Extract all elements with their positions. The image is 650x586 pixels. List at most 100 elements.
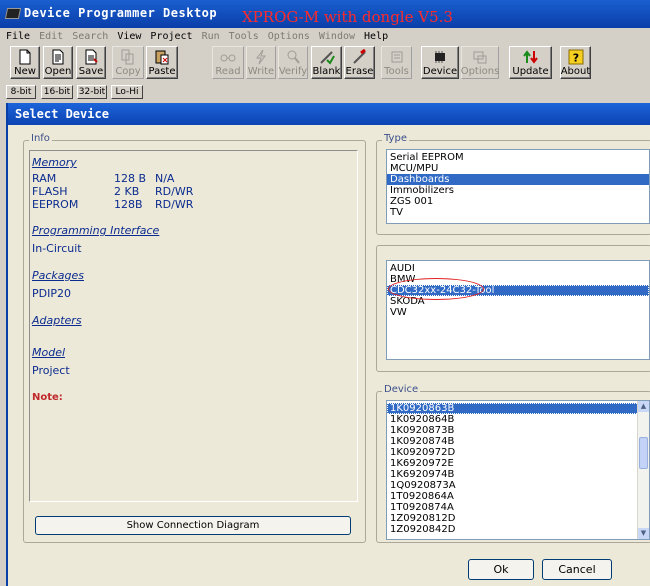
info-panel: Memory RAM 128 B N/A FLASH 2 KB RD/WR EE…	[29, 150, 358, 502]
options-label: Options	[460, 66, 500, 77]
device-list-scrollbar[interactable]: ▲ ▼	[637, 401, 649, 539]
copy-button[interactable]: Copy	[112, 46, 144, 79]
show-connection-diagram-button[interactable]: Show Connection Diagram	[35, 516, 351, 535]
update-button[interactable]: Update	[509, 46, 552, 79]
menu-window[interactable]: Window	[319, 31, 355, 42]
device-list-item[interactable]: 1K6920974B	[387, 469, 649, 480]
type-list-item[interactable]: Serial EEPROM	[387, 152, 649, 163]
dialog-title: Select Device	[8, 103, 650, 125]
brand-list-item[interactable]: AUDI	[387, 263, 649, 274]
type-list-item[interactable]: ZGS 001	[387, 196, 649, 207]
device-list-item[interactable]: 1K0920874B	[387, 436, 649, 447]
options-button[interactable]: Options	[461, 46, 499, 79]
device-list-item[interactable]: 1T0920874A	[387, 502, 649, 513]
type-list-item[interactable]: MCU/MPU	[387, 163, 649, 174]
copy-icon	[121, 49, 134, 65]
tools-button[interactable]: Tools	[381, 46, 412, 79]
about-button[interactable]: ? About	[560, 46, 591, 79]
brand-list[interactable]: AUDI BMW CDC32xx-24C32-Tool SKODA VW	[386, 260, 650, 360]
paste-icon	[155, 50, 169, 65]
mode-16bit-button[interactable]: 16-bit	[41, 85, 73, 99]
scroll-thumb[interactable]	[639, 437, 648, 469]
annotation-caption: XPROG-M with dongle V5.3	[242, 8, 453, 26]
read-label: Read	[215, 66, 241, 77]
menu-search[interactable]: Search	[72, 31, 108, 42]
memory-flash-size: 2 KB	[114, 185, 140, 198]
erase-button[interactable]: Erase	[344, 46, 375, 79]
help-icon: ?	[568, 49, 583, 65]
device-list-item[interactable]: 1Z0920812D	[387, 513, 649, 524]
cancel-button[interactable]: Cancel	[542, 559, 612, 580]
mode-8bit-button[interactable]: 8-bit	[6, 85, 36, 99]
device-list-item[interactable]: 1K0920864B	[387, 414, 649, 425]
menu-bar: File Edit Search View Project Run Tools …	[0, 28, 650, 44]
device-list-item[interactable]: 1K6920972E	[387, 458, 649, 469]
scroll-down-arrow-icon[interactable]: ▼	[638, 528, 649, 539]
tools-icon	[391, 51, 402, 63]
device-list[interactable]: 1K0920863B 1K0920864B 1K0920873B 1K09208…	[386, 400, 650, 540]
open-file-icon	[52, 49, 64, 65]
blank-button[interactable]: Blank	[311, 46, 342, 79]
window-title: Device Programmer Desktop	[24, 6, 218, 20]
brand-list-item[interactable]: VW	[387, 307, 649, 318]
menu-project[interactable]: Project	[150, 31, 192, 42]
mode-32bit-button[interactable]: 32-bit	[77, 85, 107, 99]
device-list-item[interactable]: 1K0920972D	[387, 447, 649, 458]
memory-ram-name: RAM	[32, 172, 57, 185]
save-label: Save	[78, 66, 104, 77]
memory-eeprom-name: EEPROM	[32, 198, 79, 211]
eraser-icon	[352, 49, 366, 64]
open-button[interactable]: Open	[43, 46, 73, 79]
programming-interface-value: In-Circuit	[32, 242, 82, 255]
chip-icon	[4, 8, 22, 19]
save-button[interactable]: Save	[76, 46, 106, 79]
type-list[interactable]: Serial EEPROM MCU/MPU Dashboards Immobil…	[386, 149, 650, 224]
adapters-heading: Adapters	[32, 314, 82, 327]
verify-button[interactable]: Verify	[278, 46, 308, 79]
type-list-item[interactable]: Immobilizers	[387, 185, 649, 196]
menu-tools[interactable]: Tools	[229, 31, 259, 42]
save-file-icon	[85, 49, 98, 65]
update-label: Update	[512, 66, 549, 77]
device-list-item[interactable]: 1T0920864A	[387, 491, 649, 502]
info-group-label: Info	[29, 133, 52, 144]
update-arrows-icon	[522, 50, 538, 64]
memory-eeprom-access: RD/WR	[155, 198, 194, 211]
packages-value: PDIP20	[32, 287, 71, 300]
model-value: Project	[32, 364, 70, 377]
device-list-item[interactable]: 1K0920873B	[387, 425, 649, 436]
read-button[interactable]: Read	[212, 46, 244, 79]
menu-options[interactable]: Options	[268, 31, 310, 42]
glasses-icon	[220, 54, 236, 62]
mode-lohi-button[interactable]: Lo-Hi	[111, 85, 143, 99]
type-list-item[interactable]: TV	[387, 207, 649, 218]
options-icon	[473, 51, 487, 64]
device-group-label: Device	[382, 384, 421, 395]
scroll-up-arrow-icon[interactable]: ▲	[638, 401, 649, 412]
verify-label: Verify	[278, 66, 308, 77]
ok-button[interactable]: Ok	[468, 559, 534, 580]
brand-list-item[interactable]: SKODA	[387, 296, 649, 307]
paste-button[interactable]: Paste	[146, 46, 178, 79]
new-button[interactable]: New	[10, 46, 40, 79]
menu-file[interactable]: File	[6, 31, 30, 42]
menu-view[interactable]: View	[117, 31, 141, 42]
menu-run[interactable]: Run	[202, 31, 220, 42]
lightning-icon	[256, 49, 266, 65]
device-list-item-selected[interactable]: 1K0920863B	[387, 403, 649, 414]
erase-label: Erase	[345, 66, 374, 77]
write-button[interactable]: Write	[246, 46, 276, 79]
tools-label: Tools	[384, 66, 409, 77]
device-list-item[interactable]: 1Q0920873A	[387, 480, 649, 491]
write-label: Write	[247, 66, 275, 77]
toolbar: New Open Save Copy Paste Read Write Veri…	[0, 44, 650, 80]
menu-edit[interactable]: Edit	[39, 31, 63, 42]
device-button[interactable]: Device	[421, 46, 459, 79]
type-list-item-selected[interactable]: Dashboards	[387, 174, 649, 185]
menu-help[interactable]: Help	[364, 31, 388, 42]
new-file-icon	[19, 49, 31, 65]
device-list-item[interactable]: 1Z0920842D	[387, 524, 649, 535]
blank-label: Blank	[312, 66, 341, 77]
brand-list-item[interactable]: BMW	[387, 274, 649, 285]
brand-list-item-selected[interactable]: CDC32xx-24C32-Tool	[387, 285, 649, 296]
